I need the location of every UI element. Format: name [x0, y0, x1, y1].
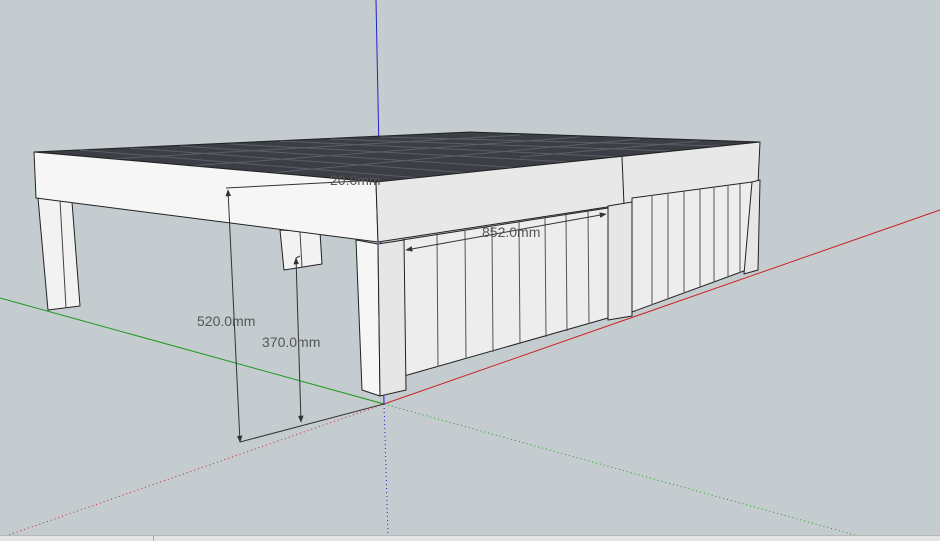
- status-bar-segment: [0, 536, 154, 541]
- cabinet-left-post[interactable]: [377, 239, 407, 397]
- dim-label-top-thickness: 20.0mm: [330, 172, 381, 188]
- status-bar: [0, 535, 940, 541]
- back-left-leg[interactable]: [37, 197, 81, 311]
- cabinet-middle-post[interactable]: [607, 201, 633, 321]
- dim-label-total-height: 520.0mm: [197, 313, 255, 329]
- green-axis-solid: [0, 297, 385, 405]
- dim-label-drawer-height: 370.0mm: [262, 334, 320, 350]
- dim-label-drawer-width: 852.0mm: [482, 224, 540, 240]
- drawer-cabinet-right[interactable]: [631, 181, 753, 313]
- blue-axis-dotted: [383, 403, 389, 536]
- model-viewport[interactable]: 20.0mm 852.0mm 520.0mm 370.0mm: [0, 0, 940, 540]
- red-axis-dotted: [0, 403, 385, 539]
- furniture-model[interactable]: [33, 131, 761, 397]
- front-corner-leg[interactable]: [355, 239, 381, 397]
- green-axis-dotted: [383, 403, 856, 536]
- status-bar-segment: [154, 536, 939, 541]
